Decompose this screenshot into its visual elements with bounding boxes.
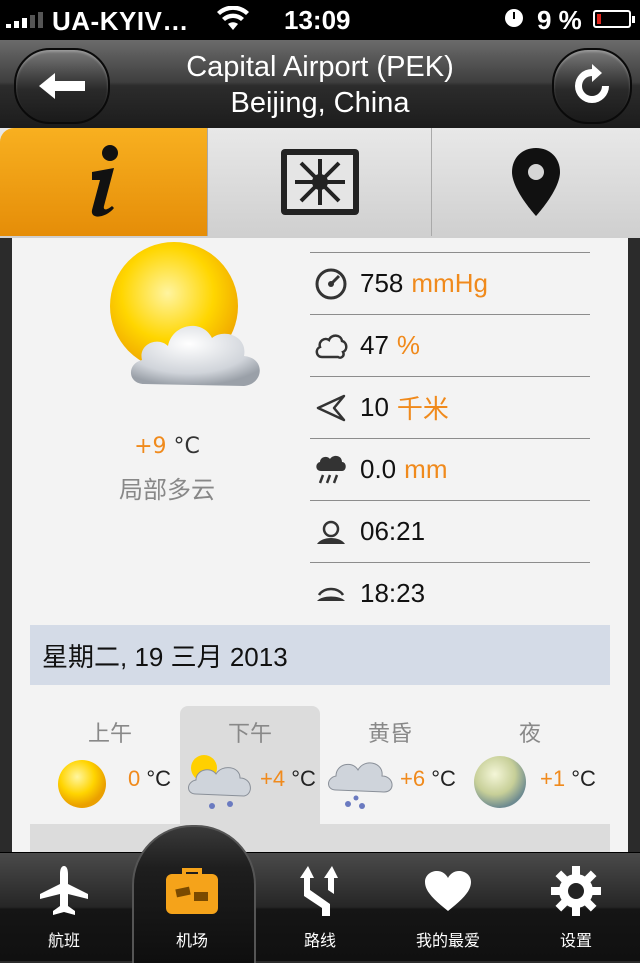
pressure-unit: mmHg (411, 268, 488, 298)
precipitation-value: 0.0 (360, 454, 397, 484)
signal-strength-icon (6, 12, 43, 28)
tab-label: 路线 (303, 931, 336, 950)
sunset-icon (317, 587, 345, 601)
tab-airport[interactable]: 机场 (128, 825, 256, 963)
next-day-header-partial (30, 824, 610, 852)
route-icon (300, 866, 338, 916)
wind-icon (316, 394, 346, 421)
partly-cloudy-icon (110, 242, 260, 386)
back-button[interactable] (14, 48, 110, 124)
heart-icon (425, 871, 471, 911)
precipitation-icon (316, 455, 346, 483)
tab-terminal-map[interactable] (208, 128, 432, 236)
tab-settings[interactable]: 设置 (512, 853, 640, 961)
temperature-value: +9 (134, 434, 167, 459)
forecast-period-label: 夜 (518, 722, 541, 747)
sunrise-icon (317, 520, 345, 544)
current-weather: +9 °C 局部多云 (12, 238, 312, 628)
tab-label: 设置 (559, 931, 592, 950)
bottom-tab-bar: 航班 机场 路线 我的最爱 设置 (0, 825, 640, 963)
status-time: 13:09 (284, 5, 351, 35)
airport-location-subtitle: Beijing, China (230, 87, 410, 119)
wind-value: 10 (360, 392, 389, 422)
status-bar: UA-KYIV… 13:09 9 % (0, 0, 640, 40)
precipitation-row: 0.0 mm (310, 438, 590, 500)
weather-stats: 758 mmHg 47% 10 千米 0.0 mm 06:21 18:23 (310, 252, 590, 624)
sunrise-row: 06:21 (310, 500, 590, 562)
forecast-temperature: 0 °C (128, 766, 172, 791)
wind-row: 10 千米 (310, 376, 590, 438)
forecast-temperature: +6 °C (400, 766, 456, 791)
cloud-snow-icon (328, 762, 393, 809)
temperature-unit: °C (173, 434, 200, 459)
hub-icon (280, 149, 359, 215)
suitcase-icon (166, 868, 218, 914)
tab-info[interactable] (0, 128, 208, 236)
forecast-period-label: 下午 (227, 722, 272, 747)
battery-percent: 9 % (537, 5, 582, 35)
weather-condition: 局部多云 (119, 476, 215, 504)
tab-label: 航班 (47, 931, 80, 950)
refresh-button[interactable] (552, 48, 632, 124)
airport-weather-panel: +9 °C 局部多云 758 mmHg 47% 10 千米 0.0 mm 06:21 … (12, 238, 628, 852)
tab-favorites[interactable]: 我的最爱 (384, 853, 512, 961)
airplane-icon (40, 866, 88, 915)
wifi-icon (216, 5, 250, 39)
sunset-row: 18:23 (310, 562, 590, 624)
tab-label: 我的最爱 (415, 931, 480, 950)
tab-label: 机场 (175, 931, 208, 950)
segment-tabs (0, 128, 640, 238)
sun-icon (58, 760, 106, 808)
info-icon (91, 145, 118, 217)
tab-flights[interactable]: 航班 (0, 853, 128, 961)
humidity-cloud-icon (315, 333, 348, 359)
forecast-temperature: +4 °C (260, 766, 316, 791)
moon-icon (474, 756, 526, 808)
wind-unit: 千米 (396, 394, 449, 424)
map-pin-icon (512, 148, 560, 216)
navigation-bar: Capital Airport (PEK) Beijing, China (0, 40, 640, 129)
humidity-row: 47% (310, 314, 590, 376)
current-temperature: +9 °C (72, 434, 262, 459)
forecast-period-label: 上午 (87, 722, 132, 747)
humidity-unit: % (396, 330, 421, 360)
alarm-clock-icon (505, 9, 523, 27)
back-arrow-icon (39, 73, 85, 99)
tab-routes[interactable]: 路线 (256, 853, 384, 961)
humidity-value: 47 (360, 330, 389, 360)
battery-icon (593, 10, 635, 28)
gear-icon (551, 866, 601, 916)
tab-location[interactable] (432, 128, 640, 236)
pressure-row: 758 mmHg (310, 252, 590, 314)
forecast-period-label: 黄昏 (367, 722, 412, 747)
forecast-temperature: +1 °C (540, 766, 596, 791)
airport-name-title: Capital Airport (PEK) (186, 51, 454, 83)
precipitation-unit: mm (404, 454, 448, 484)
pressure-gauge-icon (315, 268, 347, 299)
sun-cloud-snow-icon (188, 755, 251, 809)
pressure-value: 758 (360, 268, 404, 298)
forecast-date-header: 星期二, 19 三月 2013 (30, 625, 610, 685)
refresh-icon (575, 64, 609, 103)
sunrise-time: 06:21 (360, 516, 426, 546)
carrier-name: UA-KYIV… (52, 6, 189, 36)
sunset-time: 18:23 (360, 578, 426, 608)
